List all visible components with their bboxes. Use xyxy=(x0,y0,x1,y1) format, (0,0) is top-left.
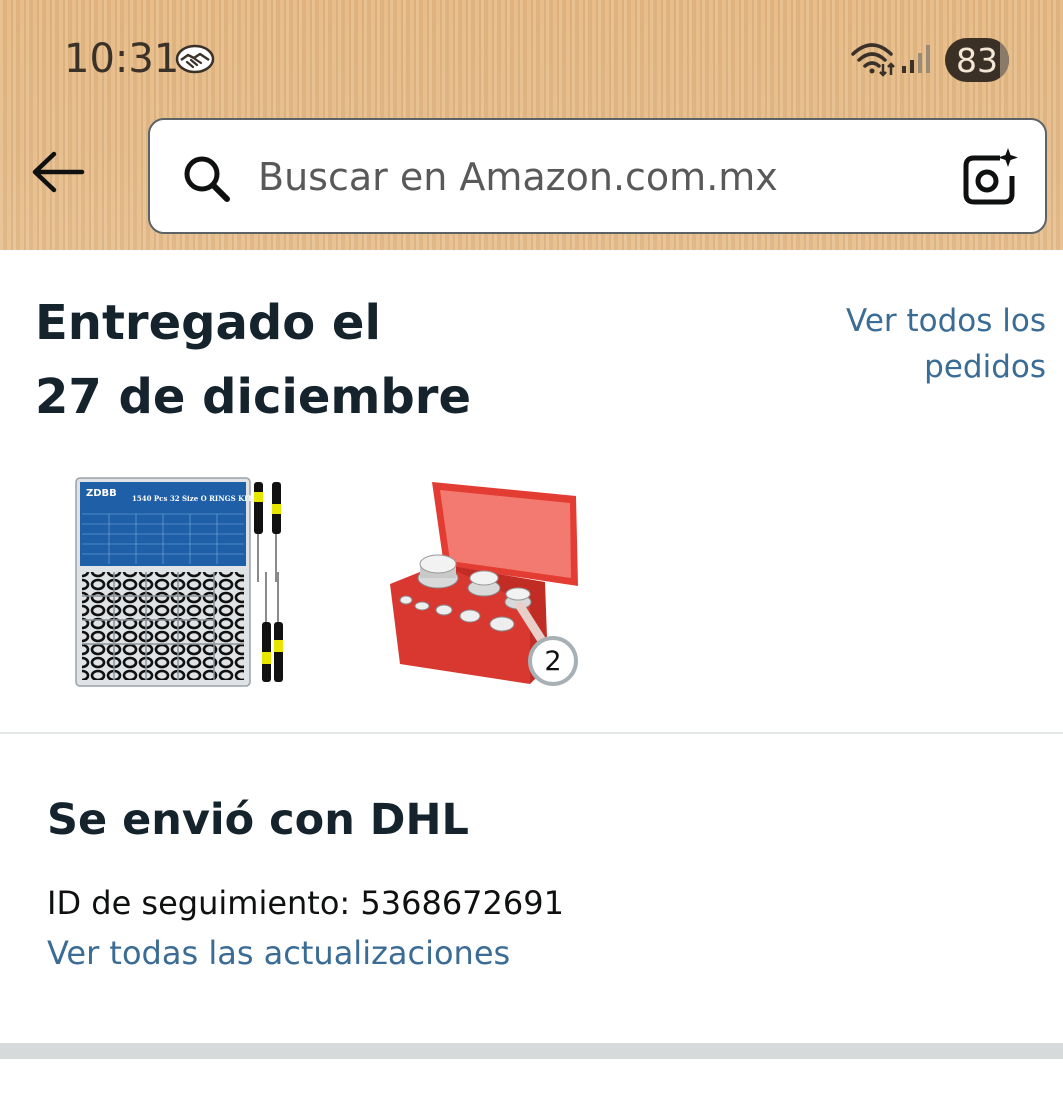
search-bar[interactable] xyxy=(148,118,1047,234)
wifi-icon xyxy=(851,43,895,77)
battery-level: 83 xyxy=(956,40,998,80)
search-input[interactable] xyxy=(258,148,938,206)
product-image-oring-kit[interactable]: ZDBB 1540 Pcs 32 Size O RINGS KIT xyxy=(74,474,292,688)
section-divider xyxy=(0,732,1063,734)
product-image-weight-set[interactable]: 2 xyxy=(380,474,590,690)
tracking-id-text: ID de seguimiento: 5368672691 xyxy=(47,884,564,922)
product-1-brand: ZDBB xyxy=(86,488,117,499)
shipping-carrier-heading: Se envió con DHL xyxy=(47,795,469,845)
delivery-heading: Entregado el 27 de diciembre xyxy=(35,286,595,434)
signal-icon xyxy=(902,45,930,73)
search-icon xyxy=(184,156,230,202)
product-1-box-label: 1540 Pcs 32 Size O RINGS KIT xyxy=(132,494,253,503)
battery-indicator: 83 xyxy=(945,38,1009,82)
back-arrow-icon[interactable] xyxy=(28,146,88,198)
camera-search-icon[interactable] xyxy=(960,146,1022,208)
section-separator-bar xyxy=(0,1043,1063,1059)
quantity-badge-value: 2 xyxy=(544,645,562,677)
view-all-updates-link[interactable]: Ver todas las actualizaciones xyxy=(47,934,510,972)
view-orders-line1: Ver todos los xyxy=(846,303,1046,339)
delivery-heading-line1: Entregado el xyxy=(35,295,381,351)
handshake-icon xyxy=(175,44,215,74)
quantity-badge: 2 xyxy=(528,636,578,686)
delivery-heading-line2: 27 de diciembre xyxy=(35,369,472,425)
status-time: 10:31 xyxy=(64,36,180,82)
app-header: 10:31 83 xyxy=(0,0,1063,250)
view-all-orders-link[interactable]: Ver todos los pedidos xyxy=(746,298,1046,390)
view-orders-line2: pedidos xyxy=(924,349,1046,385)
